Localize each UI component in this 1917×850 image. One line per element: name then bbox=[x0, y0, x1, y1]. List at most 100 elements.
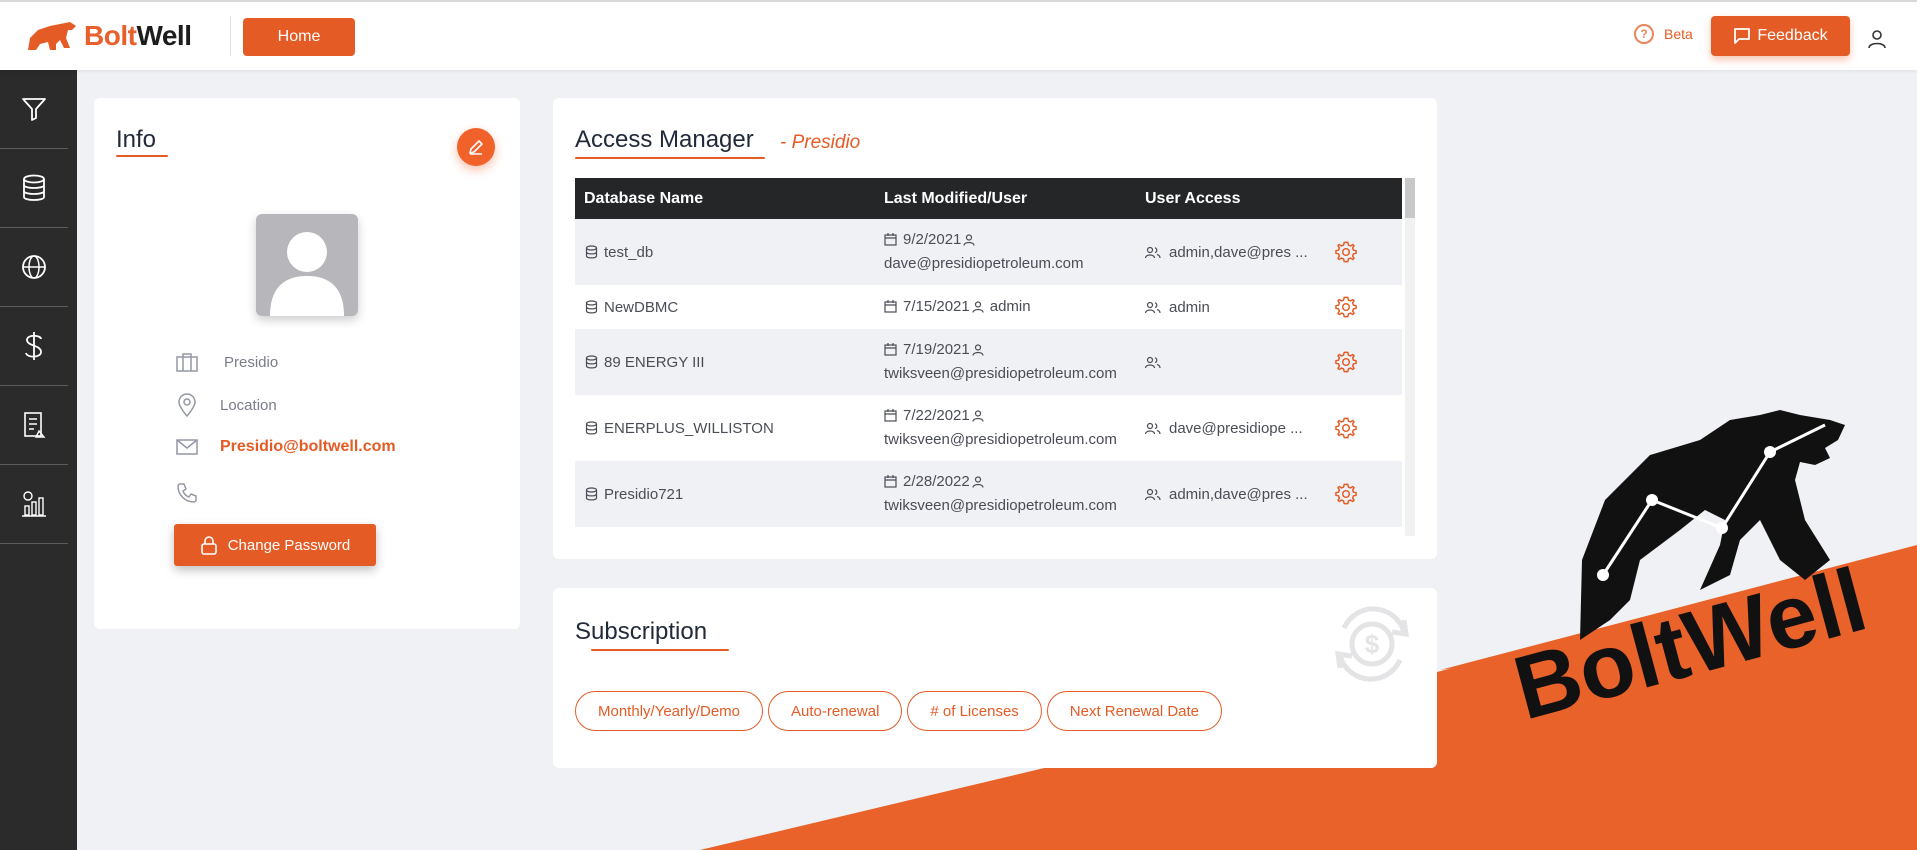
company-row: Presidio bbox=[174, 352, 278, 372]
feedback-label: Feedback bbox=[1757, 27, 1828, 44]
phone-icon bbox=[177, 483, 197, 503]
table-row[interactable]: Presidio721 2/28/2022 twiksveen@presidiop… bbox=[575, 461, 1402, 527]
location-row: Location bbox=[174, 393, 277, 417]
modified-date: 7/19/2021 bbox=[903, 341, 970, 358]
gear-icon[interactable] bbox=[1335, 483, 1357, 505]
sidebar-item-globe[interactable] bbox=[0, 228, 68, 307]
pill-renewal-date[interactable]: Next Renewal Date bbox=[1046, 691, 1223, 731]
title-underline bbox=[591, 649, 729, 651]
access-manager-subtitle: - Presidio bbox=[780, 132, 861, 153]
column-header-access[interactable]: User Access bbox=[1145, 190, 1335, 208]
calendar-icon bbox=[884, 409, 897, 422]
home-button[interactable]: Home bbox=[243, 18, 355, 56]
avatar bbox=[256, 214, 358, 316]
sidebar-item-reports[interactable] bbox=[0, 386, 68, 465]
users-icon bbox=[1145, 356, 1161, 368]
dollar-icon bbox=[25, 332, 42, 360]
brand-name: BoltWell bbox=[84, 20, 192, 51]
pencil-icon bbox=[469, 140, 483, 155]
users-icon bbox=[1145, 488, 1161, 500]
access-manager-title: Access Manager bbox=[575, 126, 754, 153]
table-row[interactable]: test_db 9/2/2021 dave@presidiopetroleum.c… bbox=[575, 219, 1402, 285]
report-icon bbox=[24, 412, 46, 438]
database-name: Presidio721 bbox=[604, 485, 684, 503]
sidebar-item-database[interactable] bbox=[0, 149, 68, 228]
user-silhouette-icon bbox=[270, 232, 344, 316]
sidebar-item-filter[interactable] bbox=[0, 70, 68, 149]
chat-icon bbox=[1734, 28, 1751, 44]
user-access: admin,dave@pres ... bbox=[1169, 243, 1308, 261]
info-title: Info bbox=[116, 126, 157, 153]
column-header-modified[interactable]: Last Modified/User bbox=[884, 187, 1145, 211]
calendar-icon bbox=[884, 300, 897, 313]
divider bbox=[230, 16, 231, 56]
table-row[interactable]: ENERPLUS_WILLISTON 7/22/2021 twiksveen@pr… bbox=[575, 395, 1402, 461]
users-icon bbox=[1145, 246, 1161, 258]
access-manager-card: Access Manager - Presidio Database Name … bbox=[553, 98, 1437, 559]
table-header: Database Name Last Modified/User User Ac… bbox=[575, 178, 1402, 219]
subscription-pills: Monthly/Yearly/Demo Auto-renewal # of Li… bbox=[575, 691, 1223, 731]
column-header-name[interactable]: Database Name bbox=[575, 190, 884, 208]
database-icon bbox=[585, 355, 598, 369]
svg-text:$: $ bbox=[1365, 629, 1380, 659]
bear-icon bbox=[28, 22, 76, 50]
sidebar-item-analytics[interactable] bbox=[0, 465, 68, 544]
modified-user: dave@presidiopetroleum.com bbox=[884, 255, 1084, 272]
beta-link[interactable]: ? Beta bbox=[1634, 24, 1693, 44]
gear-icon[interactable] bbox=[1335, 241, 1357, 263]
database-icon bbox=[585, 300, 598, 314]
location-label: Location bbox=[220, 396, 277, 414]
gear-icon[interactable] bbox=[1335, 296, 1357, 318]
database-table: Database Name Last Modified/User User Ac… bbox=[575, 178, 1402, 527]
brand-logo[interactable]: BoltWell bbox=[26, 20, 192, 52]
database-icon bbox=[585, 421, 598, 435]
user-icon[interactable] bbox=[1867, 29, 1887, 49]
beta-label: Beta bbox=[1664, 26, 1693, 42]
title-underline bbox=[575, 157, 765, 159]
feedback-button[interactable]: Feedback bbox=[1711, 16, 1850, 56]
user-access: admin bbox=[1169, 298, 1210, 316]
email-link[interactable]: Presidio@boltwell.com bbox=[220, 438, 396, 456]
database-icon bbox=[23, 174, 45, 201]
modified-user: twiksveen@presidiopetroleum.com bbox=[884, 497, 1117, 514]
gear-icon[interactable] bbox=[1335, 351, 1357, 373]
person-icon bbox=[963, 234, 975, 246]
briefcase-icon bbox=[176, 353, 198, 372]
email-row: Presidio@boltwell.com bbox=[174, 438, 396, 456]
title-underline bbox=[116, 155, 168, 157]
location-pin-icon bbox=[178, 393, 196, 417]
person-icon bbox=[972, 301, 984, 313]
database-name: NewDBMC bbox=[604, 298, 679, 316]
person-icon bbox=[972, 344, 984, 356]
modified-date: 7/15/2021 bbox=[903, 298, 970, 315]
modified-user: twiksveen@presidiopetroleum.com bbox=[884, 431, 1117, 448]
calendar-icon bbox=[884, 343, 897, 356]
globe-icon bbox=[22, 255, 46, 279]
users-icon bbox=[1145, 301, 1161, 313]
edit-button[interactable] bbox=[457, 128, 495, 166]
modified-date: 2/28/2022 bbox=[903, 473, 970, 490]
user-access: dave@presidiope ... bbox=[1169, 419, 1303, 437]
database-name: test_db bbox=[604, 243, 654, 261]
pill-licenses[interactable]: # of Licenses bbox=[907, 691, 1042, 731]
person-icon bbox=[972, 476, 984, 488]
filter-icon bbox=[22, 98, 46, 121]
lock-icon bbox=[200, 536, 217, 555]
table-row[interactable]: 89 ENERGY III 7/19/2021 twiksveen@presidi… bbox=[575, 329, 1402, 395]
scrollbar-thumb[interactable] bbox=[1405, 178, 1415, 218]
user-access: admin,dave@pres ... bbox=[1169, 485, 1308, 503]
users-icon bbox=[1145, 422, 1161, 434]
database-name: ENERPLUS_WILLISTON bbox=[604, 419, 774, 437]
help-icon: ? bbox=[1634, 24, 1654, 44]
calendar-icon bbox=[884, 475, 897, 488]
subscription-card: Subscription $ Monthly/Yearly/Demo Auto-… bbox=[553, 588, 1437, 768]
database-name: 89 ENERGY III bbox=[604, 353, 705, 371]
change-password-button[interactable]: Change Password bbox=[174, 524, 376, 566]
top-bar: BoltWell Home ? Beta Feedback bbox=[0, 0, 1917, 70]
gear-icon[interactable] bbox=[1335, 417, 1357, 439]
table-row[interactable]: NewDBMC 7/15/2021 admin admin bbox=[575, 285, 1402, 329]
sidebar-item-billing[interactable] bbox=[0, 307, 68, 386]
pill-plan-type[interactable]: Monthly/Yearly/Demo bbox=[575, 691, 764, 731]
pill-auto-renewal[interactable]: Auto-renewal bbox=[768, 691, 903, 731]
table-scrollbar[interactable] bbox=[1405, 178, 1415, 536]
